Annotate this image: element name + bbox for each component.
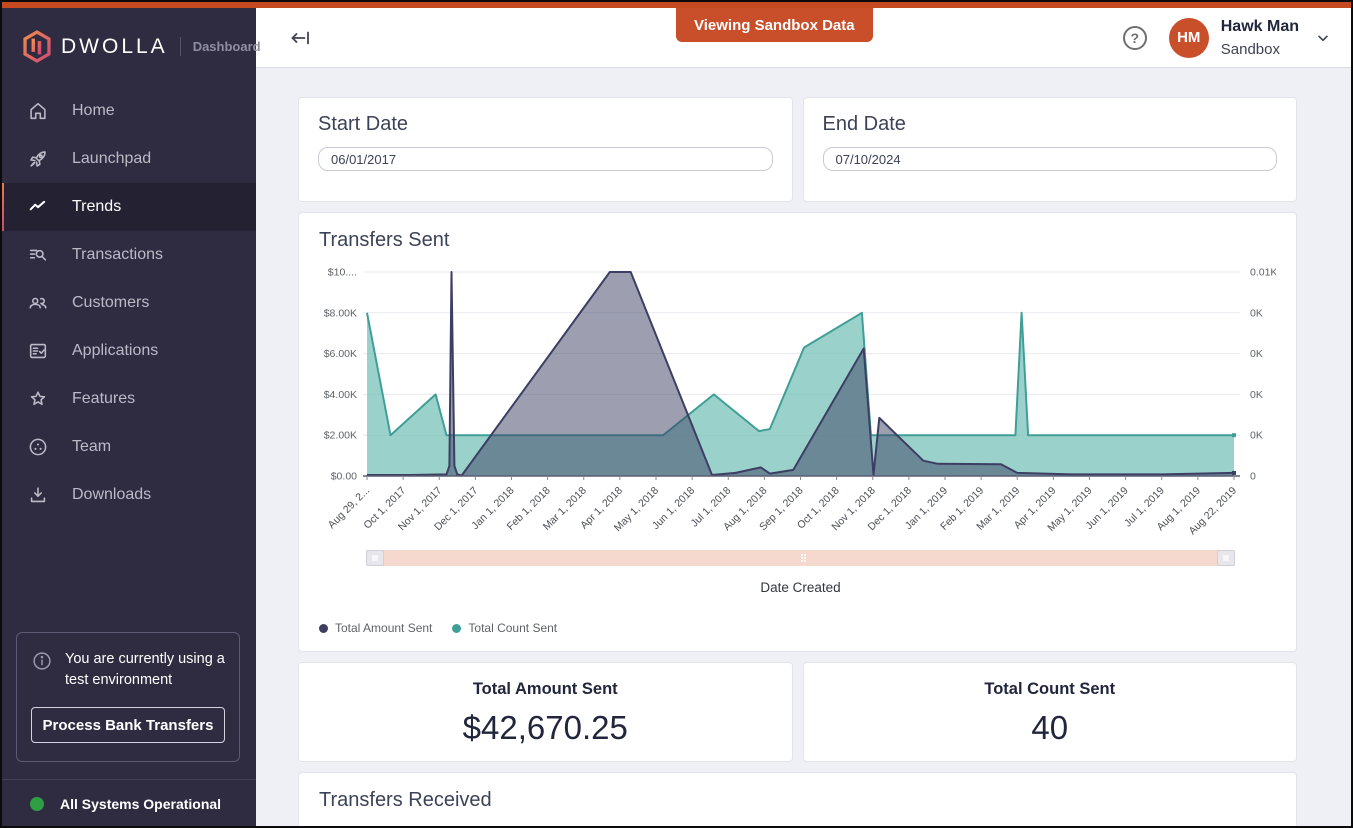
transfers-sent-card: Transfers Sent $0.00 0 $2.00K 0K $4.00K 0K $6.… — [298, 212, 1297, 652]
total-amount-sent-label: Total Amount Sent — [299, 680, 792, 699]
top-accent-strip — [0, 0, 1353, 8]
top-bar: Viewing Sandbox Data ? HM Hawk Man Sandb… — [256, 8, 1353, 68]
sidebar-item-features[interactable]: Features — [0, 375, 256, 423]
svg-text:$4.00K: $4.00K — [324, 389, 357, 401]
sidebar: DWOLLA Dashboard Home Launchpad Trends Tran… — [0, 8, 256, 828]
svg-text:0K: 0K — [1250, 430, 1263, 442]
total-count-sent-label: Total Count Sent — [804, 680, 1297, 699]
avatar: HM — [1169, 18, 1209, 58]
people-icon — [27, 292, 49, 314]
slider-grip[interactable] — [801, 554, 803, 556]
x-axis-title: Date Created — [367, 580, 1234, 595]
search-list-icon — [27, 244, 49, 266]
total-amount-sent-card: Total Amount Sent $42,670.25 — [298, 662, 793, 762]
slider-handle-right[interactable] — [1217, 550, 1235, 566]
total-amount-sent-value: $42,670.25 — [299, 709, 792, 747]
sidebar-item-label: Downloads — [72, 486, 151, 504]
legend-item-total-amount-sent[interactable]: Total Amount Sent — [319, 621, 432, 635]
help-icon[interactable]: ? — [1123, 26, 1147, 50]
svg-text:0K: 0K — [1250, 389, 1263, 401]
svg-text:0K: 0K — [1250, 307, 1263, 319]
info-icon — [31, 650, 53, 691]
total-count-sent-card: Total Count Sent 40 — [803, 662, 1298, 762]
legend-label: Total Amount Sent — [335, 621, 432, 635]
total-count-sent-value: 40 — [804, 709, 1297, 747]
svg-text:0K: 0K — [1250, 348, 1263, 360]
sidebar-item-customers[interactable]: Customers — [0, 279, 256, 327]
test-environment-text: You are currently using a test environme… — [65, 649, 225, 691]
svg-text:$8.00K: $8.00K — [324, 307, 357, 319]
trending-icon — [27, 196, 49, 218]
transfers-sent-chart[interactable]: $0.00 0 $2.00K 0K $4.00K 0K $6.00K 0K $8.00K 0K $1… — [319, 260, 1276, 545]
chart-legend: Total Amount Sent Total Count Sent — [319, 621, 1276, 635]
svg-text:0.01K: 0.01K — [1250, 267, 1276, 279]
svg-text:$2.00K: $2.00K — [324, 430, 357, 442]
start-date-label: Start Date — [318, 113, 773, 136]
star-icon — [27, 388, 49, 410]
process-bank-transfers-button[interactable]: Process Bank Transfers — [31, 707, 225, 743]
sidebar-item-home[interactable]: Home — [0, 87, 256, 135]
svg-text:0: 0 — [1250, 471, 1256, 483]
status-dot — [30, 797, 44, 811]
sandbox-data-badge: Viewing Sandbox Data — [676, 8, 873, 42]
main-content: Start Date End Date Transfers Sent $0.00… — [256, 68, 1353, 828]
home-icon — [27, 100, 49, 122]
svg-text:$6.00K: $6.00K — [324, 348, 357, 360]
legend-dot-icon — [319, 624, 328, 633]
end-date-card: End Date — [803, 97, 1298, 202]
end-date-input[interactable] — [823, 147, 1278, 171]
sidebar-item-label: Transactions — [72, 246, 163, 264]
sidebar-item-applications[interactable]: Applications — [0, 327, 256, 375]
logo-subtitle: Dashboard — [180, 37, 261, 56]
svg-text:$0.00: $0.00 — [331, 471, 357, 483]
download-icon — [27, 484, 49, 506]
logo-wordmark: DWOLLA — [61, 35, 168, 59]
team-icon — [27, 436, 49, 458]
sidebar-item-label: Home — [72, 102, 115, 120]
sidebar-nav: Home Launchpad Trends Transactions Customers… — [0, 87, 256, 519]
sidebar-item-transactions[interactable]: Transactions — [0, 231, 256, 279]
user-menu[interactable]: HM Hawk Man Sandbox — [1169, 16, 1331, 59]
chart-range-slider[interactable] — [367, 550, 1234, 566]
legend-label: Total Count Sent — [468, 621, 557, 635]
transfers-received-card: Transfers Received — [298, 772, 1297, 828]
sidebar-item-label: Launchpad — [72, 150, 151, 168]
sidebar-item-label: Features — [72, 390, 135, 408]
svg-text:$10....: $10.... — [328, 267, 357, 279]
legend-item-total-count-sent[interactable]: Total Count Sent — [452, 621, 557, 635]
dwolla-logo-icon — [22, 30, 52, 63]
sidebar-item-downloads[interactable]: Downloads — [0, 471, 256, 519]
sidebar-item-team[interactable]: Team — [0, 423, 256, 471]
rocket-icon — [27, 148, 49, 170]
legend-dot-icon — [452, 624, 461, 633]
checklist-icon — [27, 340, 49, 362]
start-date-input[interactable] — [318, 147, 773, 171]
transfers-sent-title: Transfers Sent — [319, 229, 1276, 252]
sidebar-item-label: Applications — [72, 342, 158, 360]
sidebar-item-label: Customers — [72, 294, 149, 312]
chevron-down-icon — [1315, 30, 1331, 46]
start-date-card: Start Date — [298, 97, 793, 202]
user-environment: Sandbox — [1221, 39, 1299, 60]
sidebar-item-label: Team — [72, 438, 111, 456]
status-label: All Systems Operational — [60, 796, 221, 812]
logo-row[interactable]: DWOLLA Dashboard — [0, 8, 256, 63]
collapse-sidebar-icon[interactable] — [288, 26, 314, 50]
sidebar-item-trends[interactable]: Trends — [0, 183, 256, 231]
sidebar-item-launchpad[interactable]: Launchpad — [0, 135, 256, 183]
end-date-label: End Date — [823, 113, 1278, 136]
sidebar-item-label: Trends — [72, 198, 121, 216]
user-name: Hawk Man — [1221, 16, 1299, 38]
slider-handle-left[interactable] — [366, 550, 384, 566]
system-status[interactable]: All Systems Operational — [0, 780, 256, 828]
test-environment-box: You are currently using a test environme… — [16, 632, 240, 762]
transfers-received-title: Transfers Received — [319, 789, 1276, 812]
